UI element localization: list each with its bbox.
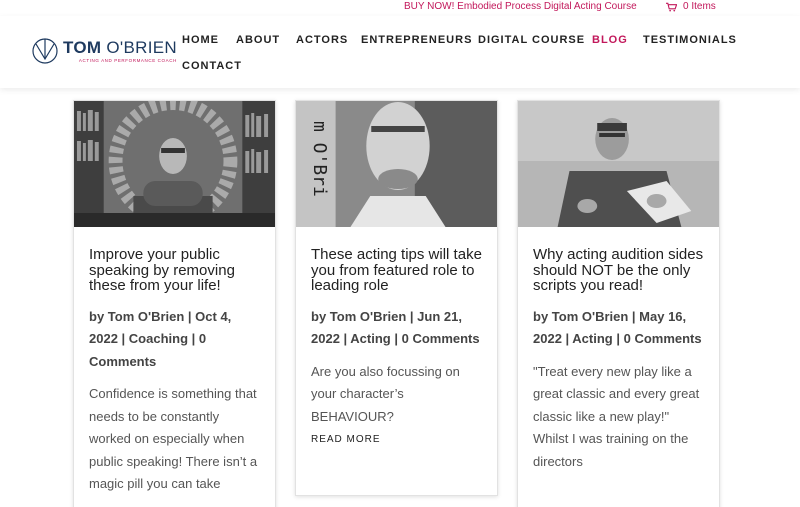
logo-last-name: O'BRIEN [106,38,177,57]
post-meta: by Tom O'Brien | Oct 4, 2022 | Coaching … [89,308,232,369]
nav-item-about[interactable]: ABOUT [236,34,280,46]
site-logo[interactable]: TOM O'BRIEN ACTING AND PERFORMANCE COACH [32,38,177,64]
cart-count: 0 Items [683,1,716,12]
cart-link[interactable]: 0 Items [666,1,716,12]
blog-post-card: Improve your public speaking by removing… [73,100,276,507]
nav-item-home[interactable]: HOME [182,34,219,46]
cart-icon [666,2,677,11]
post-excerpt: Are you also focussing on your character… [311,363,460,424]
svg-text:m O'Bri: m O'Bri [309,121,330,197]
nav-item-testimonials[interactable]: TESTIMONIALS [643,34,737,46]
post-title[interactable]: These acting tips will take you from fea… [311,247,482,294]
logo-mark-icon [32,38,58,64]
post-excerpt: Confidence is something that needs to be… [89,386,258,491]
nav-item-digital-course[interactable]: DIGITAL COURSE [478,34,585,46]
nav-item-actors[interactable]: ACTORS [296,34,348,46]
post-thumbnail[interactable] [518,101,719,227]
buy-now-link[interactable]: BUY NOW! Embodied Process Digital Acting… [404,1,637,12]
blog-post-card: Why acting audition sides should NOT be … [517,100,720,507]
post-excerpt: "Treat every new play like a great class… [533,363,700,469]
site-header: TOM O'BRIEN ACTING AND PERFORMANCE COACH… [0,16,800,88]
post-meta: by Tom O'Brien | May 16, 2022 | Acting |… [533,308,702,347]
post-title[interactable]: Improve your public speaking by removing… [89,247,260,294]
blog-post-card: m O'Bri These acting tips will take you … [295,100,498,496]
post-title[interactable]: Why acting audition sides should NOT be … [533,247,704,294]
nav-item-entrepreneurs[interactable]: ENTREPRENEURS [361,34,472,46]
top-bar: BUY NOW! Embodied Process Digital Acting… [0,0,800,16]
post-meta: by Tom O'Brien | Jun 21, 2022 | Acting |… [311,308,480,347]
logo-tagline: ACTING AND PERFORMANCE COACH [78,58,177,63]
nav-item-contact[interactable]: CONTACT [182,60,242,72]
nav-item-blog[interactable]: BLOG [592,34,628,46]
logo-first-name: TOM [63,38,102,57]
logo-name: TOM O'BRIEN [63,39,177,56]
post-thumbnail[interactable]: m O'Bri [296,101,497,227]
read-more-link[interactable]: READ MORE [311,434,381,445]
post-thumbnail[interactable] [74,101,275,227]
